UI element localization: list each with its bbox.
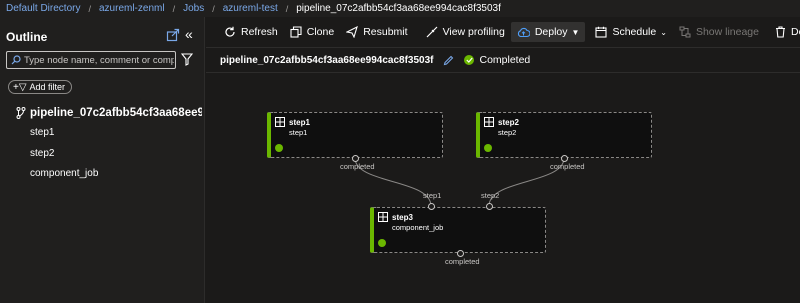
share-icon[interactable] — [166, 28, 180, 42]
pipeline-graph-canvas[interactable]: step1 step1 completed step2 step2 comple… — [206, 74, 800, 303]
node-subtitle: step1 — [289, 128, 308, 137]
resubmit-label: Resubmit — [363, 26, 408, 38]
pipeline-icon — [16, 107, 26, 119]
input-port-step3-a[interactable] — [428, 203, 435, 210]
node-success-icon — [484, 144, 492, 152]
node-title: step1 — [289, 118, 310, 127]
pipeline-title-bar: pipeline_07c2afbb54cf3aa68ee994cac8f3503… — [206, 47, 800, 73]
edit-icon[interactable] — [443, 55, 454, 66]
pipeline-status: Completed — [479, 54, 531, 66]
tree-item-component-job[interactable]: component_job — [30, 168, 98, 179]
tree-root-label: pipeline_07c2afbb54cf3aa68ee994c... — [30, 107, 202, 119]
deploy-label: Deploy — [534, 26, 568, 38]
view-profiling-label: View profiling — [442, 26, 505, 38]
add-filter-icon: +▽ — [13, 81, 27, 93]
status-success-icon — [464, 55, 475, 65]
resubmit-icon — [346, 26, 359, 38]
module-icon — [378, 212, 388, 222]
breadcrumb-jobs[interactable]: Jobs — [183, 3, 204, 14]
collapse-panel-icon[interactable]: « — [185, 27, 193, 41]
pipeline-name: pipeline_07c2afbb54cf3aa68ee994cac8f3503… — [220, 54, 434, 66]
filter-icon[interactable] — [181, 53, 193, 66]
search-icon — [11, 55, 21, 65]
clone-label: Clone — [306, 26, 335, 38]
trash-icon — [775, 26, 785, 38]
schedule-button[interactable]: Schedule ⌄ — [589, 22, 673, 42]
lineage-icon — [679, 26, 691, 38]
show-lineage-label: Show lineage — [695, 26, 759, 38]
breadcrumb-separator-icon: / — [88, 3, 91, 14]
node-search-box[interactable] — [6, 51, 176, 69]
graph-node-step2[interactable]: step2 step2 — [476, 112, 652, 158]
breadcrumb-current-pipeline: pipeline_07c2afbb54cf3aa68ee994cac8f3503… — [296, 3, 501, 14]
chevron-down-icon: ▼ — [571, 27, 580, 37]
add-filter-button[interactable]: +▽ Add filter — [8, 80, 73, 94]
chevron-down-icon: ⌄ — [660, 27, 667, 37]
breadcrumb-separator-icon: / — [212, 3, 215, 14]
refresh-button[interactable]: Refresh — [218, 22, 284, 42]
tree-item-step1[interactable]: step1 — [30, 127, 54, 138]
output-port-step1[interactable] — [352, 155, 359, 162]
clone-button[interactable]: Clone — [284, 22, 340, 42]
refresh-icon — [225, 26, 235, 37]
schedule-label: Schedule — [612, 26, 657, 38]
add-filter-label: Add filter — [29, 82, 66, 92]
outline-title: Outline — [6, 30, 48, 44]
graph-edges — [354, 157, 565, 207]
tree-root-pipeline[interactable]: pipeline_07c2afbb54cf3aa68ee994c... — [16, 107, 202, 119]
delete-label: Delete — [790, 26, 800, 38]
node-success-icon — [275, 144, 283, 152]
node-title: step2 — [498, 118, 519, 127]
clone-icon — [290, 26, 302, 38]
output-label-step1: completed — [340, 162, 375, 171]
schedule-icon — [595, 26, 607, 38]
delete-button[interactable]: Delete — [769, 22, 800, 42]
output-port-step2[interactable] — [561, 155, 568, 162]
input-label-step1: step1 — [423, 191, 442, 200]
search-input[interactable] — [24, 54, 174, 66]
pipeline-toolbar: Refresh Clone Resubmit View profiling De… — [206, 17, 800, 47]
cloud-upload-icon — [517, 27, 530, 37]
breadcrumb-default-directory[interactable]: Default Directory — [6, 3, 80, 14]
outline-panel: Outline « +▽ Add filter pipeline_07c2afb… — [0, 17, 205, 303]
node-title: step3 — [392, 213, 413, 222]
module-icon — [484, 117, 494, 127]
breadcrumb: Default Directory / azureml-zenml / Jobs… — [0, 0, 800, 17]
tree-item-step2[interactable]: step2 — [30, 148, 54, 159]
profiling-icon — [426, 26, 437, 38]
node-success-icon — [378, 239, 386, 247]
view-profiling-button[interactable]: View profiling — [420, 22, 511, 42]
breadcrumb-separator-icon: / — [172, 3, 176, 14]
breadcrumb-workspace[interactable]: azureml-zenml — [99, 3, 165, 14]
output-label-step3: completed — [445, 257, 480, 266]
breadcrumb-experiment[interactable]: azureml-test — [223, 3, 278, 14]
deploy-button[interactable]: Deploy ▼ — [510, 22, 586, 42]
input-port-step3-b[interactable] — [486, 203, 493, 210]
refresh-label: Refresh — [241, 26, 278, 38]
input-label-step2: step2 — [481, 191, 500, 200]
show-lineage-button[interactable]: Show lineage — [673, 22, 765, 42]
output-port-step3[interactable] — [457, 250, 464, 257]
output-label-step2: completed — [550, 162, 585, 171]
resubmit-button[interactable]: Resubmit — [340, 22, 413, 42]
graph-node-step1[interactable]: step1 step1 — [267, 112, 443, 158]
node-subtitle: component_job — [392, 223, 444, 232]
module-icon — [275, 117, 285, 127]
node-subtitle: step2 — [498, 128, 517, 137]
graph-node-step3[interactable]: step3 component_job — [370, 207, 546, 253]
breadcrumb-separator-icon: / — [285, 3, 289, 14]
